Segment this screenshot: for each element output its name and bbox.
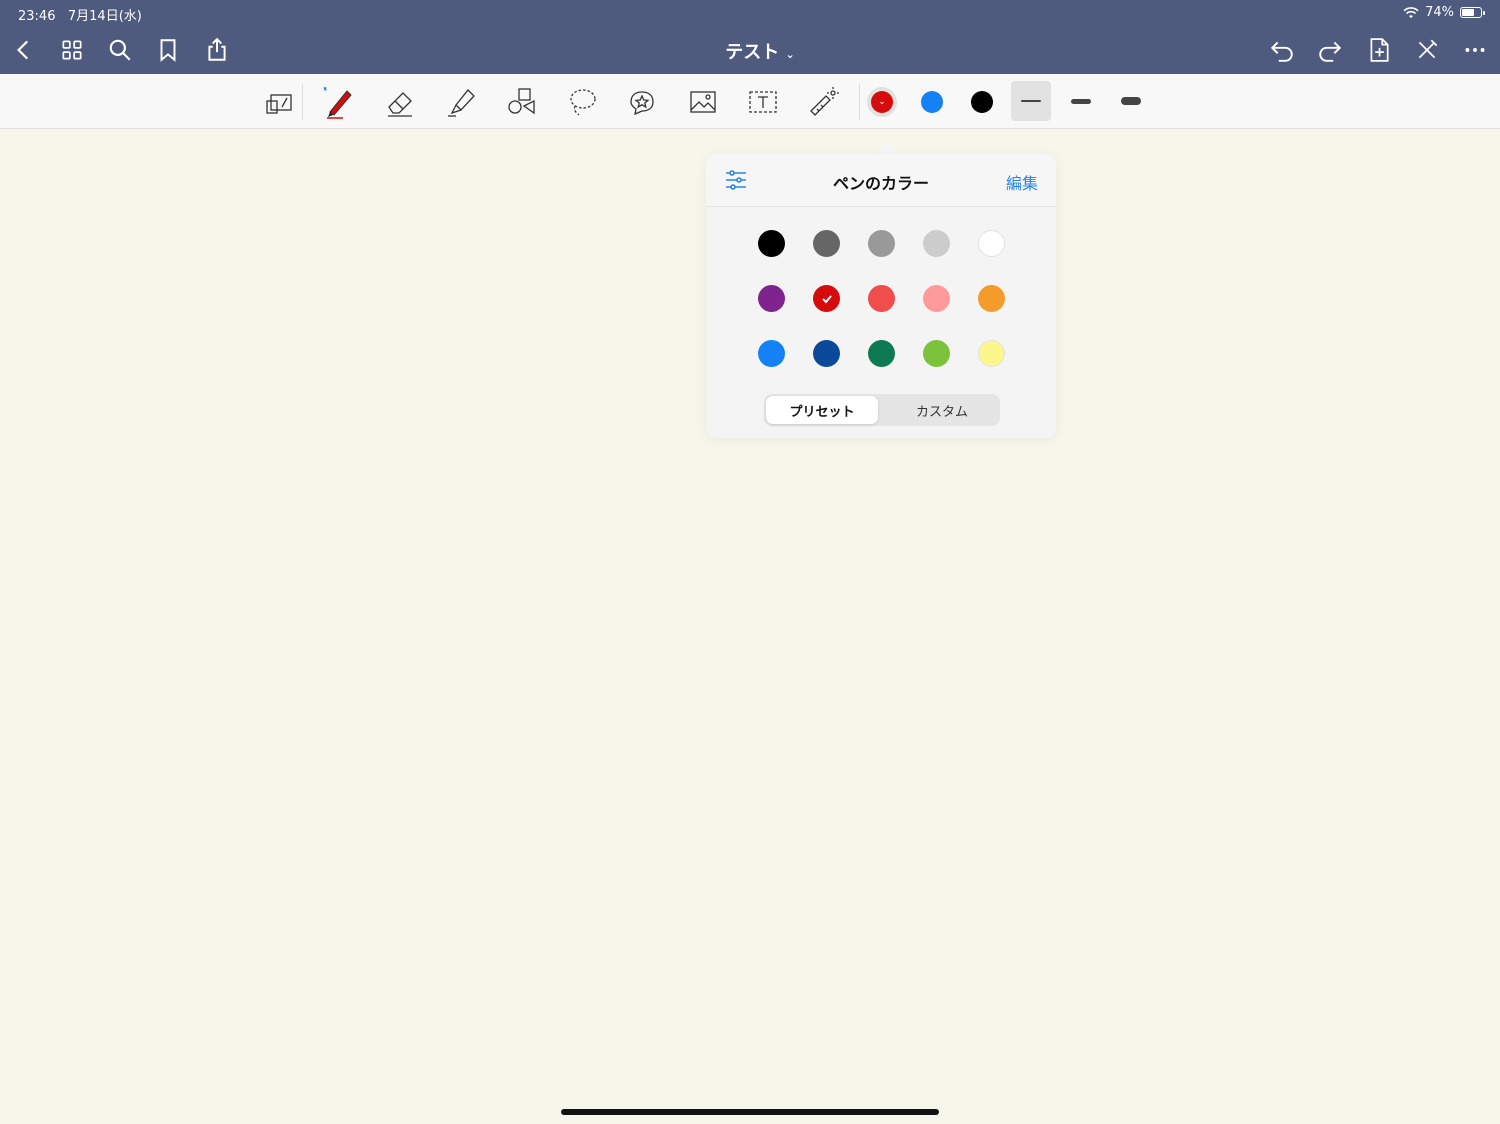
- status-indicators: 74%: [1403, 5, 1485, 20]
- stroke-size-thin[interactable]: [1011, 81, 1051, 121]
- color-swatch[interactable]: [758, 285, 785, 312]
- tool-toolbar: ⌄: [0, 74, 1500, 129]
- eraser-icon: [388, 92, 412, 117]
- custom-tab[interactable]: カスタム: [886, 396, 998, 424]
- stroke-thick-icon: [1121, 97, 1141, 105]
- preset-tab[interactable]: プリセット: [766, 396, 878, 424]
- popover-header: ペンのカラー 編集: [706, 154, 1056, 207]
- redo-button[interactable]: [1314, 34, 1346, 66]
- chevron-down-icon: ⌄: [878, 96, 886, 107]
- pen-off-icon: [1418, 39, 1438, 59]
- zoom-window-tool[interactable]: [258, 82, 298, 122]
- color-swatch[interactable]: [813, 285, 840, 312]
- back-button[interactable]: [8, 34, 40, 66]
- document-title[interactable]: テスト ⌄: [700, 38, 820, 64]
- quick-color-2[interactable]: [921, 91, 943, 113]
- navigation-bar: 23:46 7月14日(水) 74% テスト ⌄: [0, 0, 1500, 74]
- palette-segmented-control: プリセット カスタム: [764, 394, 1000, 426]
- checkmark-icon: [821, 294, 832, 303]
- undo-icon: [1270, 41, 1293, 62]
- color-swatch[interactable]: [813, 230, 840, 257]
- chevron-down-icon: ⌄: [785, 48, 795, 61]
- color-swatch[interactable]: [868, 285, 895, 312]
- bookmark-button[interactable]: [152, 34, 184, 66]
- edit-button[interactable]: 編集: [1006, 170, 1038, 194]
- laser-pointer-tool[interactable]: [803, 82, 843, 122]
- toolbar-divider: [302, 84, 303, 120]
- color-swatch[interactable]: [978, 285, 1005, 312]
- color-swatch[interactable]: [923, 230, 950, 257]
- document-title-text: テスト: [725, 42, 780, 63]
- redo-icon: [1319, 41, 1342, 62]
- stroke-size-medium[interactable]: [1061, 81, 1101, 121]
- quick-color-1[interactable]: ⌄: [871, 91, 893, 113]
- text-tool[interactable]: [743, 82, 783, 122]
- image-icon: [690, 91, 716, 113]
- color-swatch[interactable]: [868, 340, 895, 367]
- eraser-tool[interactable]: [380, 82, 420, 122]
- add-page-icon: [1370, 38, 1389, 62]
- thumbnails-button[interactable]: [56, 34, 88, 66]
- battery-icon: [1460, 7, 1485, 18]
- image-tool[interactable]: [683, 82, 723, 122]
- share-icon: [208, 37, 226, 61]
- highlighter-tool[interactable]: [441, 82, 481, 122]
- color-swatch[interactable]: [978, 230, 1005, 257]
- zoom-window-icon: [266, 94, 292, 114]
- pen-mode-button[interactable]: [1411, 34, 1443, 66]
- lasso-tool[interactable]: [562, 82, 602, 122]
- status-time: 23:46 7月14日(水): [18, 5, 142, 24]
- color-swatch[interactable]: [868, 230, 895, 257]
- home-indicator: [561, 1109, 939, 1115]
- lasso-icon: [570, 89, 596, 116]
- sticker-icon: [630, 91, 654, 116]
- bookmark-icon: [160, 39, 176, 62]
- pen-icon: [323, 86, 352, 119]
- status-clock: 23:46: [18, 9, 56, 24]
- more-button[interactable]: [1459, 34, 1491, 66]
- pen-color-popover: ペンのカラー 編集 プリセット カスタム: [706, 154, 1056, 438]
- shapes-icon: [508, 88, 535, 115]
- wifi-icon: [1403, 6, 1419, 18]
- search-icon: [109, 39, 131, 61]
- stroke-thin-icon: [1021, 100, 1041, 102]
- popover-title: ペンのカラー: [832, 174, 929, 193]
- shape-tool[interactable]: [501, 82, 541, 122]
- stroke-medium-icon: [1071, 98, 1091, 104]
- color-swatch[interactable]: [813, 340, 840, 367]
- color-swatch[interactable]: [923, 340, 950, 367]
- more-icon: [1465, 48, 1485, 52]
- add-page-button[interactable]: [1363, 34, 1395, 66]
- laser-pointer-icon: [810, 87, 839, 116]
- color-swatch[interactable]: [923, 285, 950, 312]
- highlighter-icon: [448, 89, 475, 117]
- share-button[interactable]: [201, 34, 233, 66]
- battery-percent: 74%: [1425, 5, 1454, 20]
- undo-button[interactable]: [1266, 34, 1298, 66]
- search-button[interactable]: [104, 34, 136, 66]
- text-box-icon: [749, 91, 777, 113]
- color-swatch[interactable]: [758, 230, 785, 257]
- pen-tool[interactable]: [318, 82, 358, 122]
- color-swatch[interactable]: [978, 340, 1005, 367]
- popover-arrow: [874, 142, 898, 154]
- elements-tool[interactable]: [622, 82, 662, 122]
- chevron-left-icon: [17, 40, 29, 60]
- stroke-size-thick[interactable]: [1111, 81, 1151, 121]
- color-swatch[interactable]: [758, 340, 785, 367]
- status-date: 7月14日(水): [67, 9, 142, 24]
- toolbar-divider: [859, 84, 860, 120]
- quick-color-3[interactable]: [971, 91, 993, 113]
- grid-icon: [62, 40, 82, 60]
